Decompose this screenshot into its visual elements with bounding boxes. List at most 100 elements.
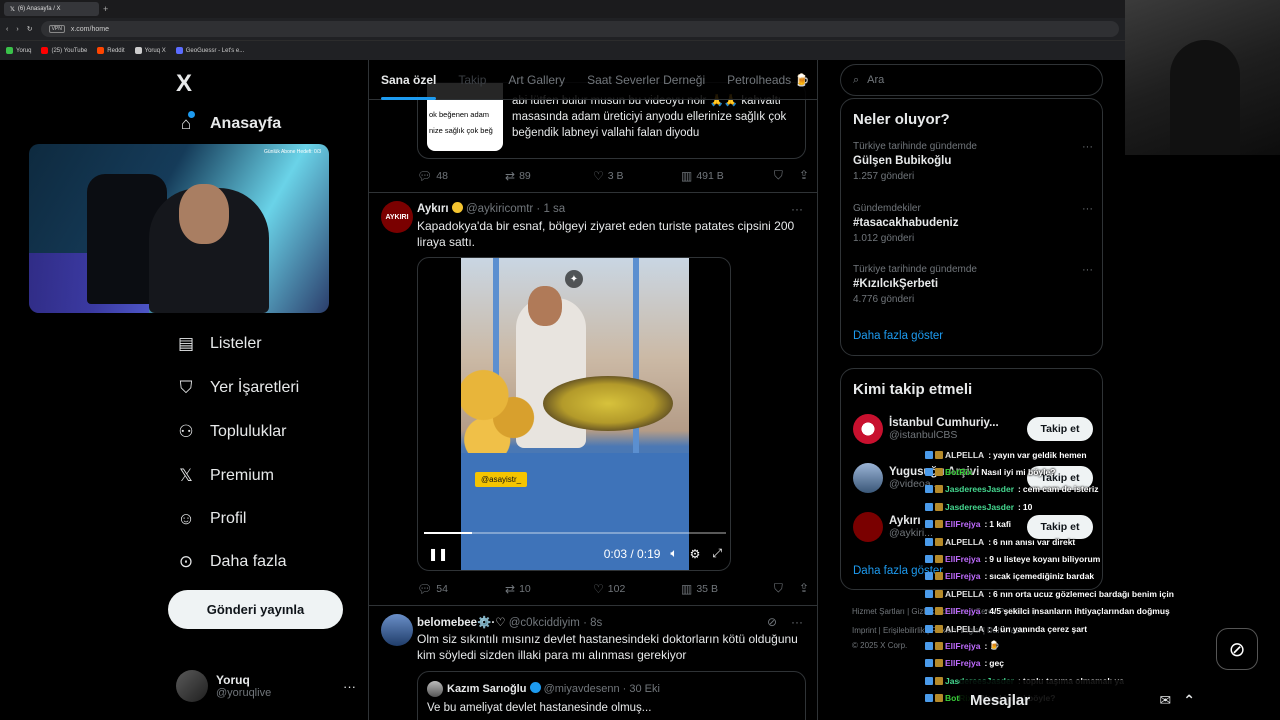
chat-username: EllFrejya [945,658,981,669]
like-button[interactable]: ♡ 102 [593,581,681,596]
chat-text: 10 [1022,501,1033,512]
messages-drawer[interactable]: Mesajlar ✉ ⌃ [960,680,1205,720]
tweet-author-name[interactable]: belomebee⚙️·♡ [417,617,506,629]
reply-button[interactable]: 💬︎ 54 [417,581,505,596]
video-player[interactable]: @asayistr_ ✦ ❚❚ 0:03 / 0:19 🔈︎ ⚙ ⤢ [417,257,731,571]
trend-item[interactable]: Türkiye tarihinde gündemde Gülşen Bubiko… [853,141,1093,182]
chat-separator: : [984,606,988,617]
chat-username: ALPELLA [945,588,985,599]
trend-more-icon[interactable]: ··· [1082,141,1093,153]
repost-button[interactable]: ⇄ 10 [505,581,593,596]
chat-badge-icon [925,537,933,546]
nav-bookmarks-label: Yer İşaretleri [210,379,300,396]
nav-profile[interactable]: ☺ Profil [176,509,246,529]
follow-suggestion[interactable]: İstanbul Cumhuriy... @istanbulCBS Takip e… [853,412,1093,446]
volume-icon[interactable]: 🔈︎ [670,546,677,561]
tweet-time[interactable]: · 1 sa [536,203,565,215]
repost-icon: ⇄ [505,581,516,596]
nav-premium[interactable]: 𝕏 Premium [176,466,274,486]
tab-saat-severler[interactable]: Saat Severler Derneği [587,73,705,87]
account-handle: @yoruqlive [216,687,272,699]
follow-button[interactable]: Takip et [1027,417,1093,441]
bookmark-icon[interactable]: ⛉ [774,581,783,596]
sparkle-icon[interactable]: ✦ [565,270,583,288]
chat-text: sıcak içemediğiniz bardak [989,571,1095,582]
chat-message: EllFrejya: sıcak içemediğiniz bardak [925,568,1225,585]
bookmark-icon[interactable]: ⛉ [774,168,783,183]
bookmark-item[interactable]: Yoruq X [134,46,166,54]
back-icon[interactable]: ‹ [6,26,8,33]
nav-more[interactable]: ⊙ Daha fazla [176,552,287,572]
account-more-icon[interactable]: ··· [343,679,356,694]
tab-petrolheads[interactable]: Petrolheads 🍺 [727,73,809,87]
views-button[interactable]: ▥ 35 B [681,581,769,596]
chat-separator: : [988,588,992,599]
new-message-icon[interactable]: ✉ [1160,692,1172,709]
x-logo-icon[interactable]: X [176,70,192,98]
tab-art-gallery[interactable]: Art Gallery [508,73,565,87]
chat-message: EllFrejya:9 u listeye koyanı biliyorum [925,550,1225,567]
settings-gear-icon[interactable]: ⚙ [690,547,701,561]
trend-more-icon[interactable]: ··· [1082,203,1093,215]
chat-username: ALPELLA [945,449,985,460]
grok-icon[interactable]: ⊘ [767,615,777,629]
search-input[interactable]: ⌕ Ara [840,64,1103,96]
reply-icon: 💬︎ [417,581,433,596]
fullscreen-icon[interactable]: ⤢ [712,546,722,561]
vpn-badge[interactable]: VPN [48,25,65,33]
quoted-tweet[interactable]: Kazım Sarıoğlu @miyavdesenn · 30 Eki Ve … [417,671,806,720]
timeline-tabs: Sana özel Takip Art Gallery Saat Severle… [369,60,817,100]
url-field[interactable]: VPN x.com/home [40,21,1119,37]
tweet-more-icon[interactable]: ··· [791,202,803,216]
webcam-head [179,184,229,244]
views-button[interactable]: ▥ 491 B [681,168,769,183]
trend-item[interactable]: Gündemdekiler #tasacakhabudeniz 1.012 gö… [853,203,1093,244]
nav-bookmarks[interactable]: ⛉ Yer İşaretleri [176,378,300,398]
bookmark-item[interactable]: Yoruq [6,46,31,54]
nav-home[interactable]: ⌂ Anasayfa [176,111,281,134]
grok-button-icon[interactable]: ⊘ [1216,628,1258,670]
forward-icon[interactable]: › [16,26,18,33]
tweet-time[interactable]: · 8s [583,617,602,629]
new-tab-button[interactable]: + [103,4,108,14]
share-icon[interactable]: ⇪ [799,168,809,183]
bookmark-item[interactable]: (25) YouTube [41,46,87,54]
tweet-more-icon[interactable]: ··· [791,615,803,629]
tab-following[interactable]: Takip [458,73,486,87]
nav-communities[interactable]: ⚇ Topluluklar [176,422,286,442]
bookmark-item[interactable]: GeoGuessr - Let's e... [175,46,245,55]
browser-tab[interactable]: 𝕏 (6) Anasayfa / X [4,2,99,16]
reply-button[interactable]: 💬︎ 48 [417,168,505,183]
bookmark-label: GeoGuessr - Let's e... [185,48,245,55]
chat-badge-icon [925,468,933,477]
chat-badge-icon [925,555,933,564]
browser-tab-title: (6) Anasayfa / X [17,6,61,12]
account-switcher[interactable]: Yoruq @yoruqlive ··· [176,666,356,706]
x-favicon-icon [134,46,142,54]
pause-icon[interactable]: ❚❚ [428,547,448,561]
repost-button[interactable]: ⇄ 89 [505,168,593,183]
video-progress-bar[interactable] [424,532,726,534]
chat-username: ALPELLA [945,536,985,547]
tab-for-you[interactable]: Sana özel [381,73,437,100]
trends-panel: Neler oluyor? Türkiye tarihinde gündemde… [840,98,1103,356]
avatar[interactable] [381,614,413,646]
chat-separator: : [984,640,988,651]
reload-icon[interactable]: ↻ [27,25,33,33]
tweet-author-handle[interactable]: @c0kciddiyim [509,617,580,629]
expand-icon[interactable]: ⌃ [1183,692,1195,709]
tweet-header: Aykırı @aykiricomtr · 1 sa [417,202,565,215]
trends-show-more[interactable]: Daha fazla göster [853,330,943,342]
nav-lists[interactable]: ▤ Listeler [176,334,262,354]
tweet-author-handle[interactable]: @aykiricomtr [466,203,533,215]
post-button[interactable]: Gönderi yayınla [168,590,343,629]
share-icon[interactable]: ⇪ [799,581,809,596]
tweet-author-name[interactable]: Aykırı [417,203,449,215]
chat-text: 🍺 [989,640,1000,651]
trend-item[interactable]: Türkiye tarihinde gündemde #KızılcıkŞerb… [853,264,1093,305]
trend-more-icon[interactable]: ··· [1082,264,1093,276]
like-button[interactable]: ♡ 3 B [593,168,681,183]
bookmark-item[interactable]: Reddit [97,46,125,54]
streamer-webcam: Günlük Abone Hedefi: 0/3 [29,144,329,313]
avatar[interactable]: AYKIRI [381,201,413,233]
